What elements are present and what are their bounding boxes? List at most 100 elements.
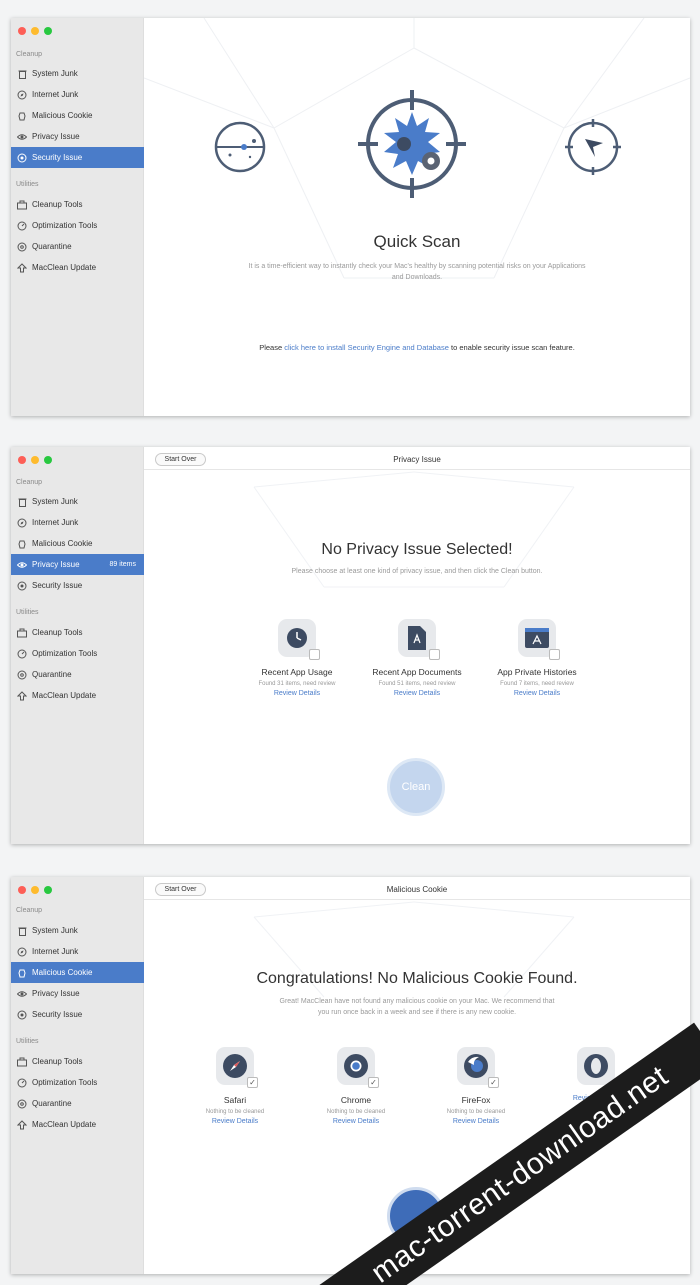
- sidebar-item-macclean-update[interactable]: MacClean Update: [11, 1114, 144, 1135]
- sidebar-item-malicious-cookie[interactable]: Malicious Cookie: [11, 105, 144, 126]
- sidebar-item-label: System Junk: [32, 69, 78, 78]
- card-name: Recent App Usage: [261, 667, 333, 677]
- sidebar-item-optimization-tools[interactable]: Optimization Tools: [11, 643, 144, 664]
- card-status: Nothing to be cleaned: [326, 1109, 386, 1115]
- close-window-button[interactable]: [18, 456, 26, 464]
- zoom-window-button[interactable]: [44, 27, 52, 35]
- trash-icon: [17, 69, 27, 79]
- sidebar-item-label: Optimization Tools: [32, 649, 98, 658]
- sidebar-item-label: MacClean Update: [32, 263, 97, 272]
- sidebar-item-label: Quarantine: [32, 670, 72, 679]
- page-title: No Privacy Issue Selected!: [321, 541, 513, 558]
- sidebar: Cleanup System Junk Internet Junk Malici…: [11, 447, 144, 844]
- sidebar-item-cleanup-tools[interactable]: Cleanup Tools: [11, 194, 144, 215]
- clean-button[interactable]: Clean: [387, 758, 445, 816]
- eye-icon: [17, 132, 27, 142]
- browser-card-safari: ✓ Safari Nothing to be cleaned Review De…: [175, 1047, 295, 1125]
- sidebar-item-optimization-tools[interactable]: Optimization Tools: [11, 1072, 144, 1093]
- review-details-link[interactable]: Review Details: [175, 1118, 295, 1125]
- sidebar-item-cleanup-tools[interactable]: Cleanup Tools: [11, 1051, 144, 1072]
- sidebar-item-system-junk[interactable]: System Junk: [11, 491, 144, 512]
- sidebar-item-label: Quarantine: [32, 1099, 72, 1108]
- window-title: Privacy Issue: [393, 455, 441, 464]
- sidebar-item-cleanup-tools[interactable]: Cleanup Tools: [11, 622, 144, 643]
- privacy-count-badge: 89 items: [109, 561, 136, 568]
- sidebar-item-privacy-issue[interactable]: Privacy Issue: [11, 983, 144, 1004]
- sidebar-item-internet-junk[interactable]: Internet Junk: [11, 941, 144, 962]
- sidebar-item-security-issue[interactable]: Security Issue: [11, 1004, 144, 1025]
- sidebar-item-system-junk[interactable]: System Junk: [11, 63, 144, 84]
- shield-icon: [17, 1010, 27, 1020]
- select-checkbox[interactable]: [309, 649, 320, 660]
- page-title: Congratulations! No Malicious Cookie Fou…: [256, 970, 578, 987]
- subtitle-line: Great! MacClean have not found any malic…: [279, 998, 555, 1005]
- toolbox-icon: [17, 628, 27, 638]
- sidebar-item-optimization-tools[interactable]: Optimization Tools: [11, 215, 144, 236]
- review-details-link[interactable]: Review Details: [416, 1118, 536, 1125]
- minimize-window-button[interactable]: [31, 886, 39, 894]
- review-details-link[interactable]: Review Details: [477, 690, 597, 697]
- card-status: Nothing to be cleaned: [446, 1109, 506, 1115]
- traffic-lights: [18, 886, 52, 894]
- privacy-card-app-private-histories: App Private Histories Found 7 items, nee…: [477, 619, 597, 697]
- sidebar-section-utilities: Utilities: [16, 609, 39, 616]
- trash-icon: [17, 926, 27, 936]
- sidebar-item-security-issue[interactable]: Security Issue: [11, 147, 144, 168]
- description: It is a time-efficient way to instantly …: [204, 261, 630, 283]
- sidebar-item-macclean-update[interactable]: MacClean Update: [11, 685, 144, 706]
- zoom-window-button[interactable]: [44, 456, 52, 464]
- sidebar-item-quarantine[interactable]: Quarantine: [11, 236, 144, 257]
- shield-icon: [17, 153, 27, 163]
- sidebar-item-macclean-update[interactable]: MacClean Update: [11, 257, 144, 278]
- compass-icon: [17, 90, 27, 100]
- review-details-link[interactable]: Review Details: [296, 1118, 416, 1125]
- minimize-window-button[interactable]: [31, 27, 39, 35]
- background-network-pattern: [144, 18, 690, 279]
- minimize-window-button[interactable]: [31, 456, 39, 464]
- page-title: Quick Scan: [373, 232, 461, 251]
- sidebar-item-label: Optimization Tools: [32, 1078, 98, 1087]
- card-name: Recent App Documents: [372, 667, 462, 677]
- sidebar: Cleanup System Junk Internet Junk Malici…: [11, 877, 144, 1274]
- app-store-icon: [518, 619, 560, 660]
- traffic-lights: [18, 27, 52, 35]
- select-checkbox[interactable]: ✓: [368, 1077, 379, 1088]
- compass-icon: [17, 518, 27, 528]
- card-status: Found 31 items, need review: [258, 681, 336, 687]
- close-window-button[interactable]: [18, 886, 26, 894]
- sidebar-item-malicious-cookie[interactable]: Malicious Cookie: [11, 962, 144, 983]
- review-details-link[interactable]: Review Details: [357, 690, 477, 697]
- install-security-engine-link[interactable]: click here to install Security Engine an…: [284, 343, 449, 352]
- sidebar-item-quarantine[interactable]: Quarantine: [11, 664, 144, 685]
- window-title: Malicious Cookie: [386, 885, 448, 894]
- sidebar-item-privacy-issue[interactable]: Privacy Issue 89 items: [11, 554, 144, 575]
- sidebar-item-malicious-cookie[interactable]: Malicious Cookie: [11, 533, 144, 554]
- privacy-card-recent-app-documents: Recent App Documents Found 51 items, nee…: [357, 619, 477, 697]
- sidebar-item-label: Optimization Tools: [32, 221, 98, 230]
- select-checkbox[interactable]: [549, 649, 560, 660]
- sidebar-item-quarantine[interactable]: Quarantine: [11, 1093, 144, 1114]
- virus-crosshair-icon: [358, 90, 466, 198]
- sidebar-item-label: Cleanup Tools: [32, 628, 83, 637]
- upload-icon: [17, 690, 27, 701]
- review-details-link[interactable]: Review Details: [237, 690, 357, 697]
- window-quick-scan: Cleanup System Junk Internet Junk Malici…: [11, 18, 690, 416]
- sidebar-item-privacy-issue[interactable]: Privacy Issue: [11, 126, 144, 147]
- description-line: It is a time-efficient way to instantly …: [248, 263, 586, 270]
- select-checkbox[interactable]: [429, 649, 440, 660]
- select-checkbox[interactable]: ✓: [247, 1077, 258, 1088]
- sidebar-item-internet-junk[interactable]: Internet Junk: [11, 512, 144, 533]
- close-window-button[interactable]: [18, 27, 26, 35]
- sidebar-item-label: Internet Junk: [32, 518, 79, 527]
- biohazard-icon: [17, 670, 27, 680]
- sidebar-item-system-junk[interactable]: System Junk: [11, 920, 144, 941]
- select-checkbox[interactable]: ✓: [488, 1077, 499, 1088]
- main-panel: Quick Scan It is a time-efficient way to…: [144, 18, 690, 416]
- sidebar-item-security-issue[interactable]: Security Issue: [11, 575, 144, 596]
- toolbox-icon: [17, 1057, 27, 1067]
- sidebar-item-internet-junk[interactable]: Internet Junk: [11, 84, 144, 105]
- zoom-window-button[interactable]: [44, 886, 52, 894]
- card-status: Found 7 items, need review: [500, 681, 574, 687]
- firefox-icon: ✓: [457, 1047, 499, 1088]
- eye-icon: [17, 989, 27, 999]
